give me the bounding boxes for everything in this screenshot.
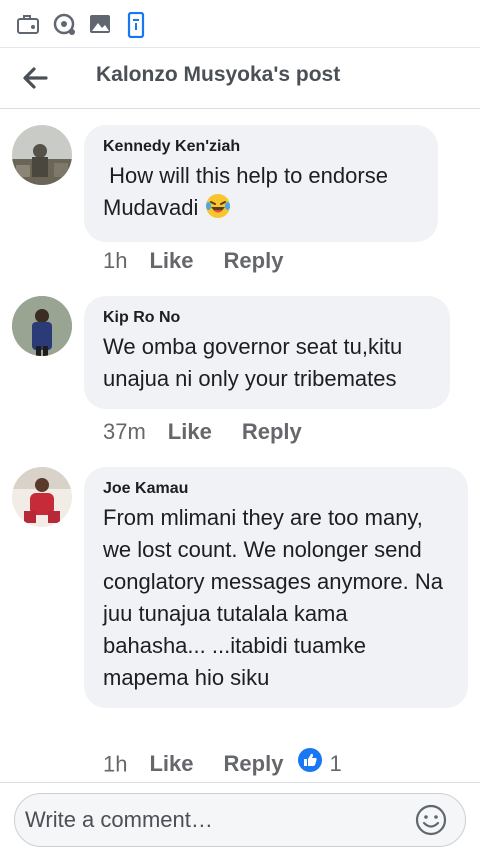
page-title: Kalonzo Musyoka's post [96,63,341,86]
like-button[interactable]: Like [149,248,193,273]
comment-input[interactable] [14,793,466,847]
comment-text: From mlimani they are too many, we lost … [103,505,443,690]
smiley-icon [415,804,447,836]
comment-actions: 1h Like Reply 1 [103,747,342,782]
comment-author[interactable]: Kennedy Ken'ziah [103,137,422,157]
like-reaction-icon[interactable] [297,747,323,780]
like-button[interactable]: Like [168,419,212,444]
gallery-icon [88,12,114,38]
avatar[interactable] [12,125,72,185]
comment-composer [0,782,480,854]
comment-author[interactable]: Joe Kamau [103,479,452,499]
like-button[interactable]: Like [149,751,193,776]
reply-button[interactable]: Reply [224,248,284,273]
comment-actions: 1h Like Reply [103,247,283,275]
comment-author[interactable]: Kip Ro No [103,308,434,328]
reply-button[interactable]: Reply [242,419,302,444]
comment-timestamp: 1h [103,248,128,273]
emoji-button[interactable] [414,803,448,837]
avatar[interactable] [12,296,72,356]
reply-button[interactable]: Reply [224,751,284,776]
arrow-left-icon [23,67,48,89]
comment-bubble: Kennedy Ken'ziah How will this help to e… [84,125,438,242]
status-bar [0,0,480,48]
comment-text: How will this help to endorse Mudavadi [103,160,422,228]
avatar[interactable] [12,467,72,527]
back-button[interactable] [16,59,56,99]
post-header: Kalonzo Musyoka's post [0,49,480,109]
comment-bubble: Kip Ro No We omba governor seat tu,kitu … [84,296,450,409]
phone-icon [124,11,150,39]
comment-text: We omba governor seat tu,kitu unajua ni … [103,334,403,391]
comment-timestamp: 37m [103,419,146,444]
reaction-count: 1 [329,751,342,777]
comment-timestamp: 1h [103,751,128,777]
comment-bubble: Joe Kamau From mlimani they are too many… [84,467,468,708]
briefcase-icon [16,12,42,38]
comment-actions: 37m Like Reply [103,418,302,446]
cast-icon [52,12,78,38]
laughing-tears-emoji [205,193,231,228]
